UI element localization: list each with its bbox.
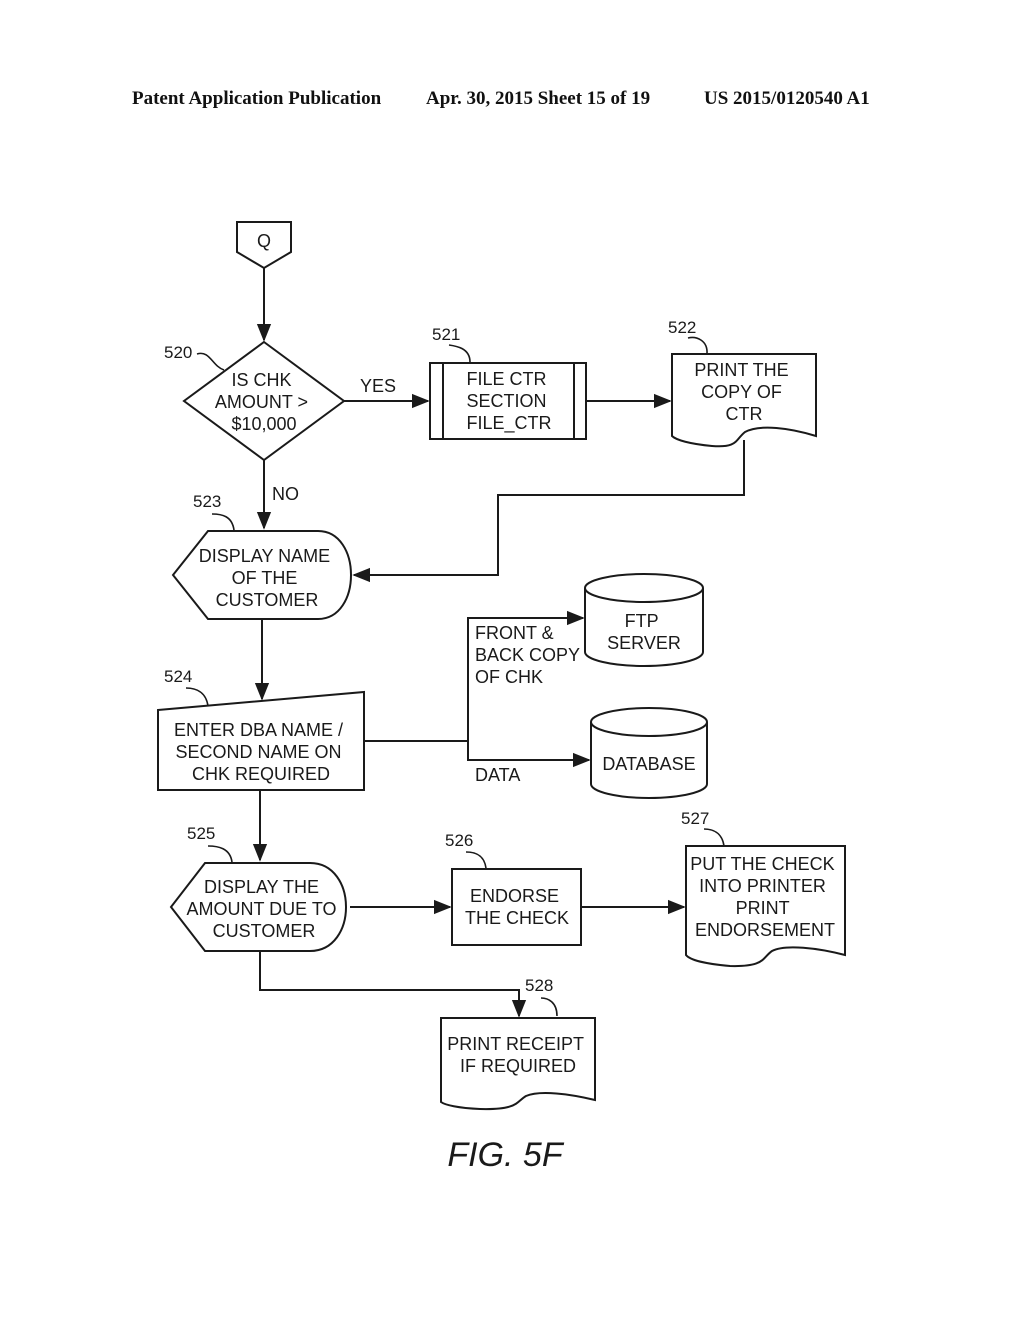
connector-label: Q (257, 231, 271, 251)
leader-526 (465, 851, 487, 869)
ref-525: 525 (187, 824, 215, 843)
ref-527: 527 (681, 809, 709, 828)
leader-524 (185, 687, 209, 707)
ref-524: 524 (164, 667, 192, 686)
decision-520: IS CHK AMOUNT > $10,000 520 (164, 340, 346, 462)
database-storage: DATABASE (590, 707, 708, 799)
figure-label: FIG. 5F (447, 1136, 564, 1174)
leader-527 (703, 828, 725, 847)
label-front-back-copy: FRONT & BACK COPY OF CHK (475, 623, 585, 687)
offpage-connector-q: Q (236, 221, 292, 270)
database-text: DATABASE (602, 754, 695, 774)
leader-525 (207, 845, 233, 863)
display-523: DISPLAY NAME OF THE CUSTOMER 523 (171, 492, 352, 620)
leader-520 (196, 352, 225, 371)
leader-523 (211, 513, 235, 531)
label-no: NO (272, 484, 299, 504)
ref-521: 521 (432, 325, 460, 344)
manual-input-524-text: ENTER DBA NAME / SECOND NAME ON CHK REQU… (174, 720, 348, 784)
edge-522-to-523 (352, 440, 745, 583)
leader-528 (540, 997, 558, 1017)
flowchart: Q IS CHK AMOUNT > $10,000 520 YES FILE C… (157, 221, 846, 1174)
process-521-text: FILE CTR SECTION FILE_CTR (466, 369, 551, 434)
ref-523: 523 (193, 492, 221, 511)
process-526: ENDORSE THE CHECK 526 (445, 831, 582, 946)
ref-520: 520 (164, 343, 192, 362)
document-527: PUT THE CHECK INTO PRINTER PRINT ENDORSE… (681, 809, 846, 968)
leader-522 (687, 336, 708, 355)
edge-to-database (467, 741, 591, 768)
edge-525-to-528 (259, 951, 527, 1018)
display-525: DISPLAY THE AMOUNT DUE TO CUSTOMER 525 (169, 824, 347, 952)
leader-521 (448, 344, 471, 363)
ftp-server-storage: FTP SERVER (584, 573, 704, 667)
label-yes: YES (360, 376, 396, 396)
document-522: PRINT THE COPY OF CTR 522 (668, 318, 817, 448)
ref-526: 526 (445, 831, 473, 850)
label-data: DATA (475, 765, 520, 785)
ref-528: 528 (525, 976, 553, 995)
process-521: FILE CTR SECTION FILE_CTR 521 (429, 325, 587, 440)
ref-522: 522 (668, 318, 696, 337)
